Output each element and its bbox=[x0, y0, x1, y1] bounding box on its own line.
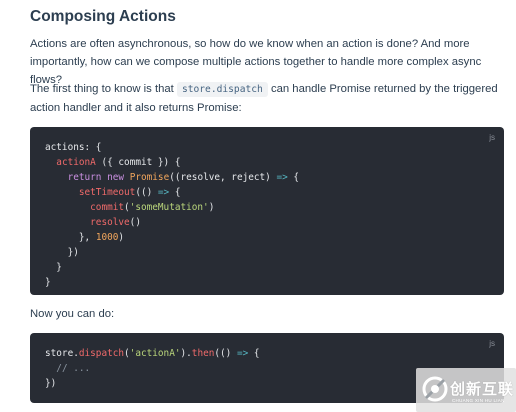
code-token: { bbox=[287, 172, 300, 183]
code-token: 'someMutation' bbox=[129, 202, 209, 213]
code-token: resolve bbox=[90, 217, 130, 228]
code-line: // ... bbox=[45, 361, 90, 376]
code-line: } bbox=[45, 260, 62, 275]
code-line: commit('someMutation') bbox=[45, 200, 214, 215]
code-line: }) bbox=[45, 376, 56, 391]
code-token: ) bbox=[208, 202, 215, 213]
code-line: actionA ({ commit }) { bbox=[45, 155, 180, 170]
code-token: Promise bbox=[129, 172, 170, 183]
code-token: 'actionA' bbox=[129, 348, 181, 359]
code-block-actions: js actions: { actionA ({ commit }) { ret… bbox=[30, 127, 504, 295]
paragraph-text: The first thing to know is that bbox=[30, 83, 177, 95]
code-token: ). bbox=[180, 348, 192, 359]
section-heading: Composing Actions bbox=[30, 8, 176, 25]
code-token: } bbox=[45, 277, 51, 288]
watermark-text: 创新互联 bbox=[450, 380, 515, 398]
watermark-subtext: CHUANG XIN HU LIAN bbox=[452, 398, 505, 403]
code-token: ) bbox=[118, 232, 125, 243]
code-token: then bbox=[191, 348, 215, 359]
code-line: actions: { bbox=[45, 140, 101, 155]
watermark: 创新互联 CHUANG XIN HU LIAN bbox=[416, 368, 516, 412]
brand-logo-icon bbox=[422, 376, 448, 402]
code-line: resolve() bbox=[45, 215, 141, 230]
code-token: } bbox=[45, 262, 62, 273]
code-token: => bbox=[157, 187, 170, 198]
now-paragraph: Now you can do: bbox=[30, 308, 115, 320]
code-token: { bbox=[169, 187, 181, 198]
language-label: js bbox=[489, 133, 495, 142]
code-token: commit bbox=[90, 202, 125, 213]
code-line: } bbox=[45, 275, 51, 290]
code-token: => bbox=[236, 348, 249, 359]
code-token: (() bbox=[214, 348, 237, 359]
code-token: store. bbox=[45, 348, 79, 359]
code-token: new bbox=[107, 172, 125, 183]
code-token: => bbox=[276, 172, 288, 183]
dispatch-paragraph: The first thing to know is that store.di… bbox=[30, 80, 504, 117]
code-token: actions: { bbox=[45, 142, 102, 153]
code-token: (() bbox=[135, 187, 158, 198]
code-line: }) bbox=[45, 245, 79, 260]
code-token: // ... bbox=[56, 363, 91, 374]
code-token: ({ commit }) { bbox=[95, 157, 181, 168]
code-token: setTimeout bbox=[78, 187, 136, 198]
code-line: setTimeout(() => { bbox=[45, 185, 181, 200]
code-token: () bbox=[129, 217, 141, 228]
code-token: ((resolve, reject) bbox=[169, 172, 277, 183]
code-token: { bbox=[248, 348, 260, 359]
code-token: actionA bbox=[56, 157, 96, 168]
language-label: js bbox=[489, 339, 495, 348]
code-token: }, bbox=[45, 232, 96, 243]
code-token: return bbox=[67, 172, 102, 183]
code-line: }, 1000) bbox=[45, 230, 124, 245]
inline-code: store.dispatch bbox=[176, 82, 268, 97]
code-token: }) bbox=[45, 378, 57, 389]
code-token: 1000 bbox=[95, 232, 119, 243]
code-line: store.dispatch('actionA').then(() => { bbox=[45, 346, 260, 361]
code-token: dispatch bbox=[78, 348, 125, 359]
code-line: return new Promise((resolve, reject) => … bbox=[45, 170, 299, 185]
code-token: }) bbox=[45, 247, 79, 258]
